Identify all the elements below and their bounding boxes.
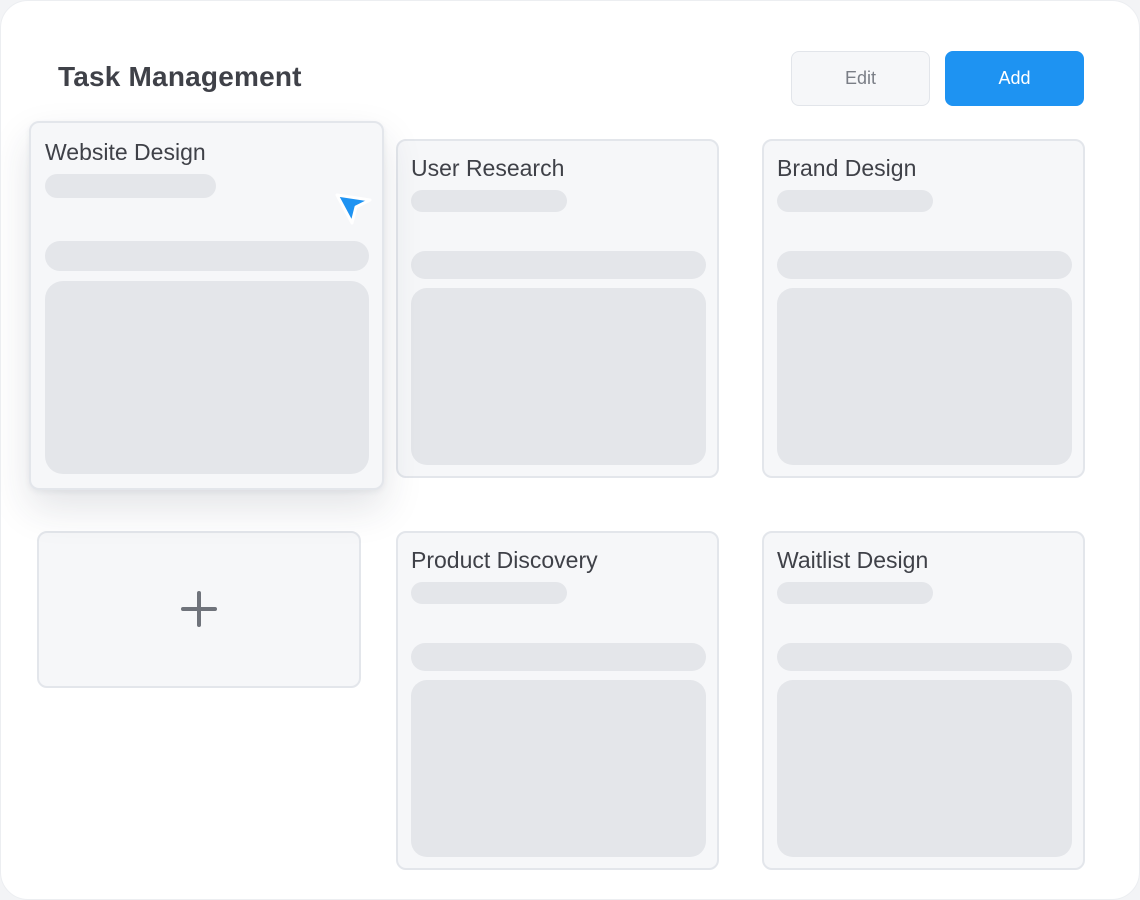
card-title: Waitlist Design bbox=[777, 547, 929, 573]
card-subtitle-placeholder bbox=[45, 174, 216, 198]
task-card-product-discovery[interactable]: Product Discovery bbox=[396, 531, 719, 870]
task-board-window: Task Management Edit Add User Research B… bbox=[0, 0, 1140, 900]
card-subtitle-placeholder bbox=[411, 190, 567, 212]
card-title: Website Design bbox=[45, 139, 206, 165]
card-title: Product Discovery bbox=[411, 547, 598, 573]
edit-button[interactable]: Edit bbox=[791, 51, 930, 106]
card-content-placeholder bbox=[411, 288, 706, 465]
card-subtitle-placeholder bbox=[777, 582, 933, 604]
card-content-placeholder bbox=[777, 288, 1072, 465]
add-button[interactable]: Add bbox=[945, 51, 1084, 106]
card-line-placeholder bbox=[777, 643, 1072, 671]
task-card-website-design[interactable]: Website Design bbox=[29, 121, 384, 490]
card-content-placeholder bbox=[45, 281, 369, 474]
card-content-placeholder bbox=[411, 680, 706, 857]
card-line-placeholder bbox=[411, 643, 706, 671]
plus-icon bbox=[181, 591, 217, 627]
page-title: Task Management bbox=[58, 61, 302, 92]
card-line-placeholder bbox=[777, 251, 1072, 279]
card-line-placeholder bbox=[411, 251, 706, 279]
task-card-waitlist-design[interactable]: Waitlist Design bbox=[762, 531, 1085, 870]
task-card-user-research[interactable]: User Research bbox=[396, 139, 719, 478]
task-card-brand-design[interactable]: Brand Design bbox=[762, 139, 1085, 478]
card-subtitle-placeholder bbox=[411, 582, 567, 604]
card-title: User Research bbox=[411, 155, 565, 181]
add-card-button[interactable] bbox=[37, 531, 361, 688]
card-line-placeholder bbox=[45, 241, 369, 271]
card-subtitle-placeholder bbox=[777, 190, 933, 212]
card-title: Brand Design bbox=[777, 155, 917, 181]
cursor-icon bbox=[334, 191, 374, 231]
card-content-placeholder bbox=[777, 680, 1072, 857]
